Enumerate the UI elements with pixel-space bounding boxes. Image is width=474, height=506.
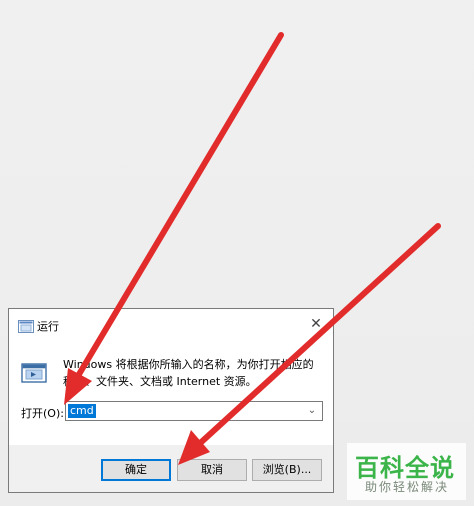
run-dialog: 运行 ✕ Windows 将根据你所输入的名称，为你打开相应的程序、文件夹、文档… <box>8 308 334 493</box>
run-dialog-icon <box>18 318 34 333</box>
open-input-value[interactable]: cmd <box>68 404 96 418</box>
dialog-footer: 确定 取消 浏览(B)... <box>9 445 333 492</box>
cancel-button[interactable]: 取消 <box>177 459 247 481</box>
close-icon[interactable]: ✕ <box>307 315 325 333</box>
ok-button[interactable]: 确定 <box>101 459 171 481</box>
chevron-down-icon[interactable]: ⌄ <box>305 403 319 419</box>
browse-button[interactable]: 浏览(B)... <box>252 459 322 481</box>
open-label: 打开(O): <box>21 407 64 420</box>
open-input[interactable]: cmd ⌄ <box>65 401 323 421</box>
run-program-icon <box>21 363 49 385</box>
dialog-description: Windows 将根据你所输入的名称，为你打开相应的程序、文件夹、文档或 Int… <box>63 358 314 388</box>
dialog-content: Windows 将根据你所输入的名称，为你打开相应的程序、文件夹、文档或 Int… <box>9 341 333 445</box>
watermark-subtitle: 助你轻松解决 <box>365 480 450 494</box>
dialog-titlebar: 运行 ✕ <box>9 309 333 341</box>
watermark: 百科全说 助你轻松解决 <box>347 443 466 500</box>
dialog-title: 运行 <box>37 320 59 333</box>
